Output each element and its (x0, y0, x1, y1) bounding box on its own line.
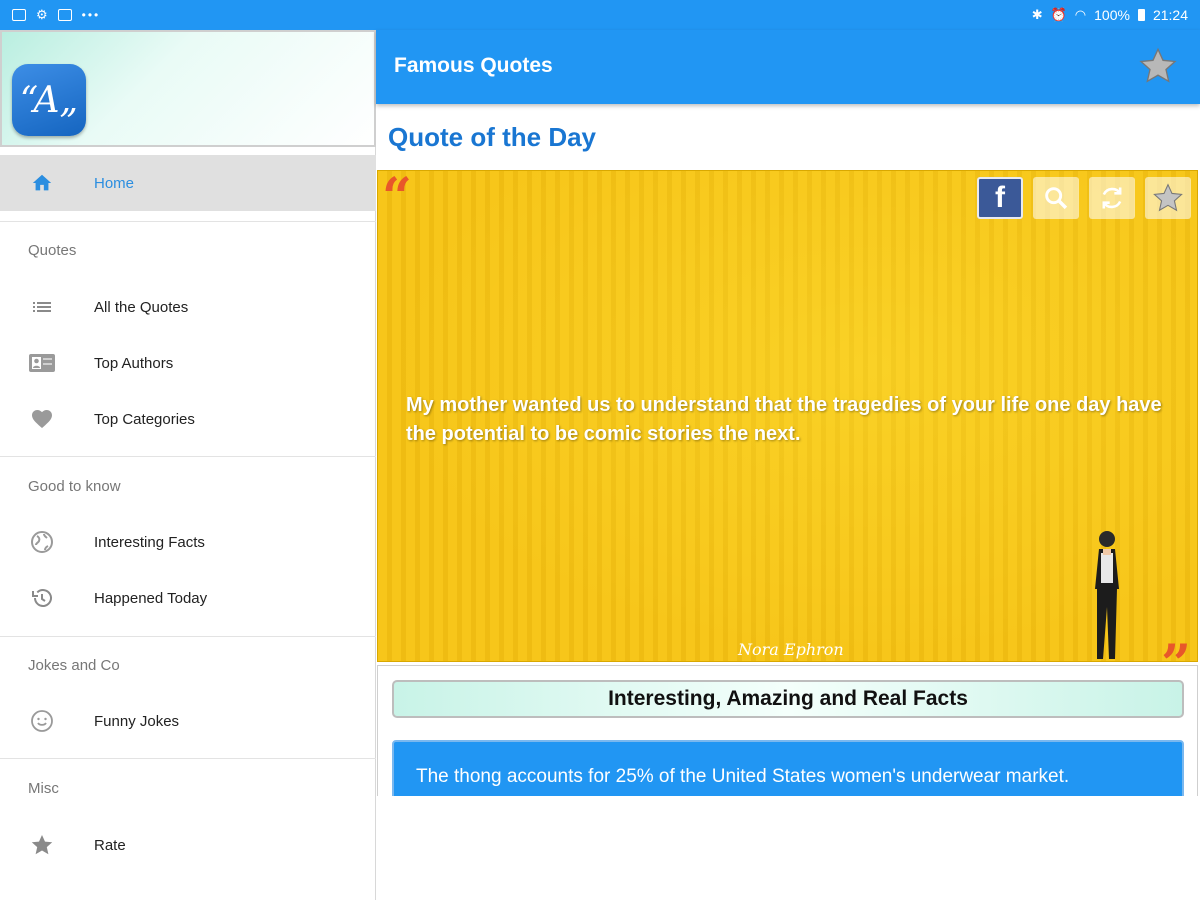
nav-item-happened-today[interactable]: Happened Today (0, 570, 376, 626)
facts-header: Interesting, Amazing and Real Facts (392, 680, 1184, 718)
alarm-icon: ⏰ (1050, 7, 1067, 22)
divider (0, 636, 376, 637)
heart-icon (28, 405, 56, 433)
battery-percent: 100% (1094, 7, 1130, 23)
nav-item-funny-jokes[interactable]: Funny Jokes (0, 693, 376, 749)
status-bar: ⚙ ••• ✱ ⏰ ◠ 100% 21:24 (0, 0, 1200, 30)
open-quote-mark: “ (382, 170, 412, 228)
favorite-star-icon[interactable] (1138, 46, 1178, 86)
app-title: Famous Quotes (394, 54, 553, 77)
history-icon (28, 584, 56, 612)
clock: 21:24 (1152, 7, 1188, 23)
nav-label: Top Authors (94, 354, 174, 372)
divider (0, 758, 376, 759)
quote-card: “ f My mother wanted us to understand th… (377, 170, 1198, 662)
wifi-icon: ◠ (1074, 7, 1087, 22)
section-title-jokes: Jokes and Co (28, 657, 120, 674)
nav-label: Happened Today (94, 589, 208, 607)
facts-panel: Interesting, Amazing and Real Facts The … (377, 665, 1198, 796)
home-icon (28, 169, 56, 197)
fact-card[interactable]: The thong accounts for 25% of the United… (392, 740, 1184, 796)
smiley-icon (28, 707, 56, 735)
quote-of-the-day-title: Quote of the Day (388, 122, 597, 152)
star-icon[interactable] (1145, 177, 1191, 219)
nav-item-top-categories[interactable]: Top Categories (0, 391, 376, 447)
battery-icon (1137, 9, 1145, 21)
app-bar: Famous Quotes (376, 30, 1200, 104)
divider (0, 456, 376, 457)
settings-notification-icon: ⚙ (36, 7, 48, 22)
nav-item-all-quotes[interactable]: All the Quotes (0, 279, 376, 335)
nav-label: Top Categories (94, 410, 195, 428)
section-title-quotes: Quotes (28, 242, 77, 259)
app-logo: “A„ (12, 64, 86, 136)
quote-author: Nora Ephron (738, 640, 844, 659)
nav-label: Rate (94, 836, 126, 854)
close-quote-mark: ” (1161, 634, 1191, 661)
quote-actions: f (977, 177, 1191, 219)
walking-person-illustration (1087, 527, 1127, 661)
globe-icon (28, 528, 56, 556)
section-title-good-to-know: Good to know (28, 478, 121, 495)
video-notification-icon (57, 9, 72, 21)
gallery-notification-icon (12, 9, 26, 21)
nav-item-rate[interactable]: Rate (0, 817, 376, 873)
nav-label: All the Quotes (94, 298, 189, 316)
nav-label: Funny Jokes (94, 712, 180, 730)
navigation-drawer: “A„ Home Quotes All the Quotes Top Autho… (0, 30, 376, 900)
contact-card-icon (28, 349, 56, 377)
star-icon (28, 831, 56, 859)
divider (0, 221, 376, 222)
quote-text: My mother wanted us to understand that t… (406, 394, 1162, 445)
nav-item-interesting-facts[interactable]: Interesting Facts (0, 514, 376, 570)
nav-item-top-authors[interactable]: Top Authors (0, 335, 376, 391)
search-icon[interactable] (1033, 177, 1079, 219)
list-icon (28, 293, 56, 321)
facebook-icon[interactable]: f (977, 177, 1023, 219)
nav-label: Home (94, 174, 135, 192)
section-title-misc: Misc (28, 780, 59, 797)
refresh-icon[interactable] (1089, 177, 1135, 219)
more-notifications-icon: ••• (81, 8, 101, 22)
bluetooth-icon: ✱ (1031, 7, 1043, 22)
nav-label: Interesting Facts (94, 533, 205, 551)
drawer-header: “A„ (0, 30, 376, 147)
nav-item-home[interactable]: Home (0, 155, 376, 211)
